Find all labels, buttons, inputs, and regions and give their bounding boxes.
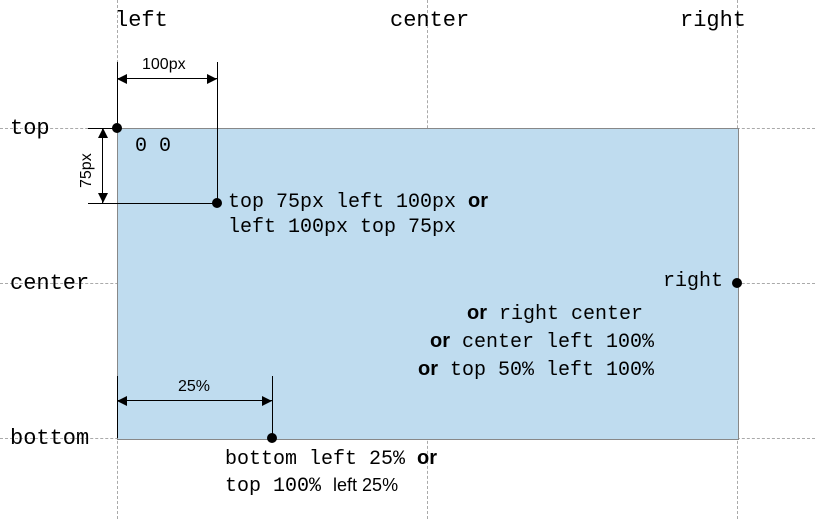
dim-25pct-line <box>117 400 272 401</box>
dim-100px-cap-r <box>217 62 218 203</box>
point-origin <box>112 123 122 133</box>
kw-or-3: or <box>430 330 450 352</box>
dim-75px-label: 75px <box>78 153 96 188</box>
axis-label-right: right <box>680 8 746 33</box>
point-right <box>732 278 742 288</box>
label-bottom-2: top 100% left 25% <box>225 475 398 498</box>
kw-or-5: or <box>417 447 437 469</box>
dim-25pct-cap-l <box>117 376 118 438</box>
axis-label-bottom: bottom <box>10 426 89 451</box>
dim-100px-cap-l <box>117 62 118 128</box>
label-origin: 0 0 <box>135 135 171 158</box>
point-bottom <box>267 433 277 443</box>
label-bottom-2b: left 25% <box>333 475 398 495</box>
point-offset <box>212 198 222 208</box>
label-right-3-text: center left 100% <box>462 331 654 354</box>
dim-25pct-arrow-r <box>262 396 272 406</box>
dim-75px-arrow-b <box>98 193 108 203</box>
label-bottom-1: bottom left 25% or <box>225 447 437 471</box>
dim-75px-cap-b <box>88 203 217 204</box>
diagram-stage: left center right top center bottom 100p… <box>0 0 815 519</box>
position-box <box>117 128 739 440</box>
dim-100px-arrow-l <box>117 74 127 84</box>
dim-100px-label: 100px <box>142 56 186 74</box>
label-right-2-text: right center <box>499 303 643 326</box>
kw-or-2: or <box>467 302 487 324</box>
dim-100px-arrow-r <box>207 74 217 84</box>
dim-25pct-cap-r <box>272 376 273 438</box>
label-bottom-2a: top 100% <box>225 475 333 498</box>
label-bottom-1-text: bottom left 25% <box>225 448 417 471</box>
axis-label-top: top <box>10 116 50 141</box>
label-right-1: right <box>663 270 723 293</box>
dim-100px-line <box>117 78 217 79</box>
label-right-2: or right center <box>467 302 643 326</box>
axis-label-left: left <box>115 8 168 33</box>
label-offset-2: left 100px top 75px <box>228 216 456 239</box>
dim-75px-line <box>102 128 103 203</box>
label-offset-1: top 75px left 100px or <box>228 190 488 214</box>
dim-25pct-label: 25% <box>178 378 210 396</box>
axis-label-center: center <box>390 8 469 33</box>
kw-or-1: or <box>468 190 488 212</box>
label-offset-1-text: top 75px left 100px <box>228 191 468 214</box>
label-right-4-text: top 50% left 100% <box>450 359 654 382</box>
label-right-3: or center left 100% <box>430 330 654 354</box>
dim-25pct-arrow-l <box>117 396 127 406</box>
kw-or-4: or <box>418 358 438 380</box>
axis-label-centerL: center <box>10 271 89 296</box>
label-right-4: or top 50% left 100% <box>418 358 654 382</box>
dim-75px-arrow-t <box>98 128 108 138</box>
